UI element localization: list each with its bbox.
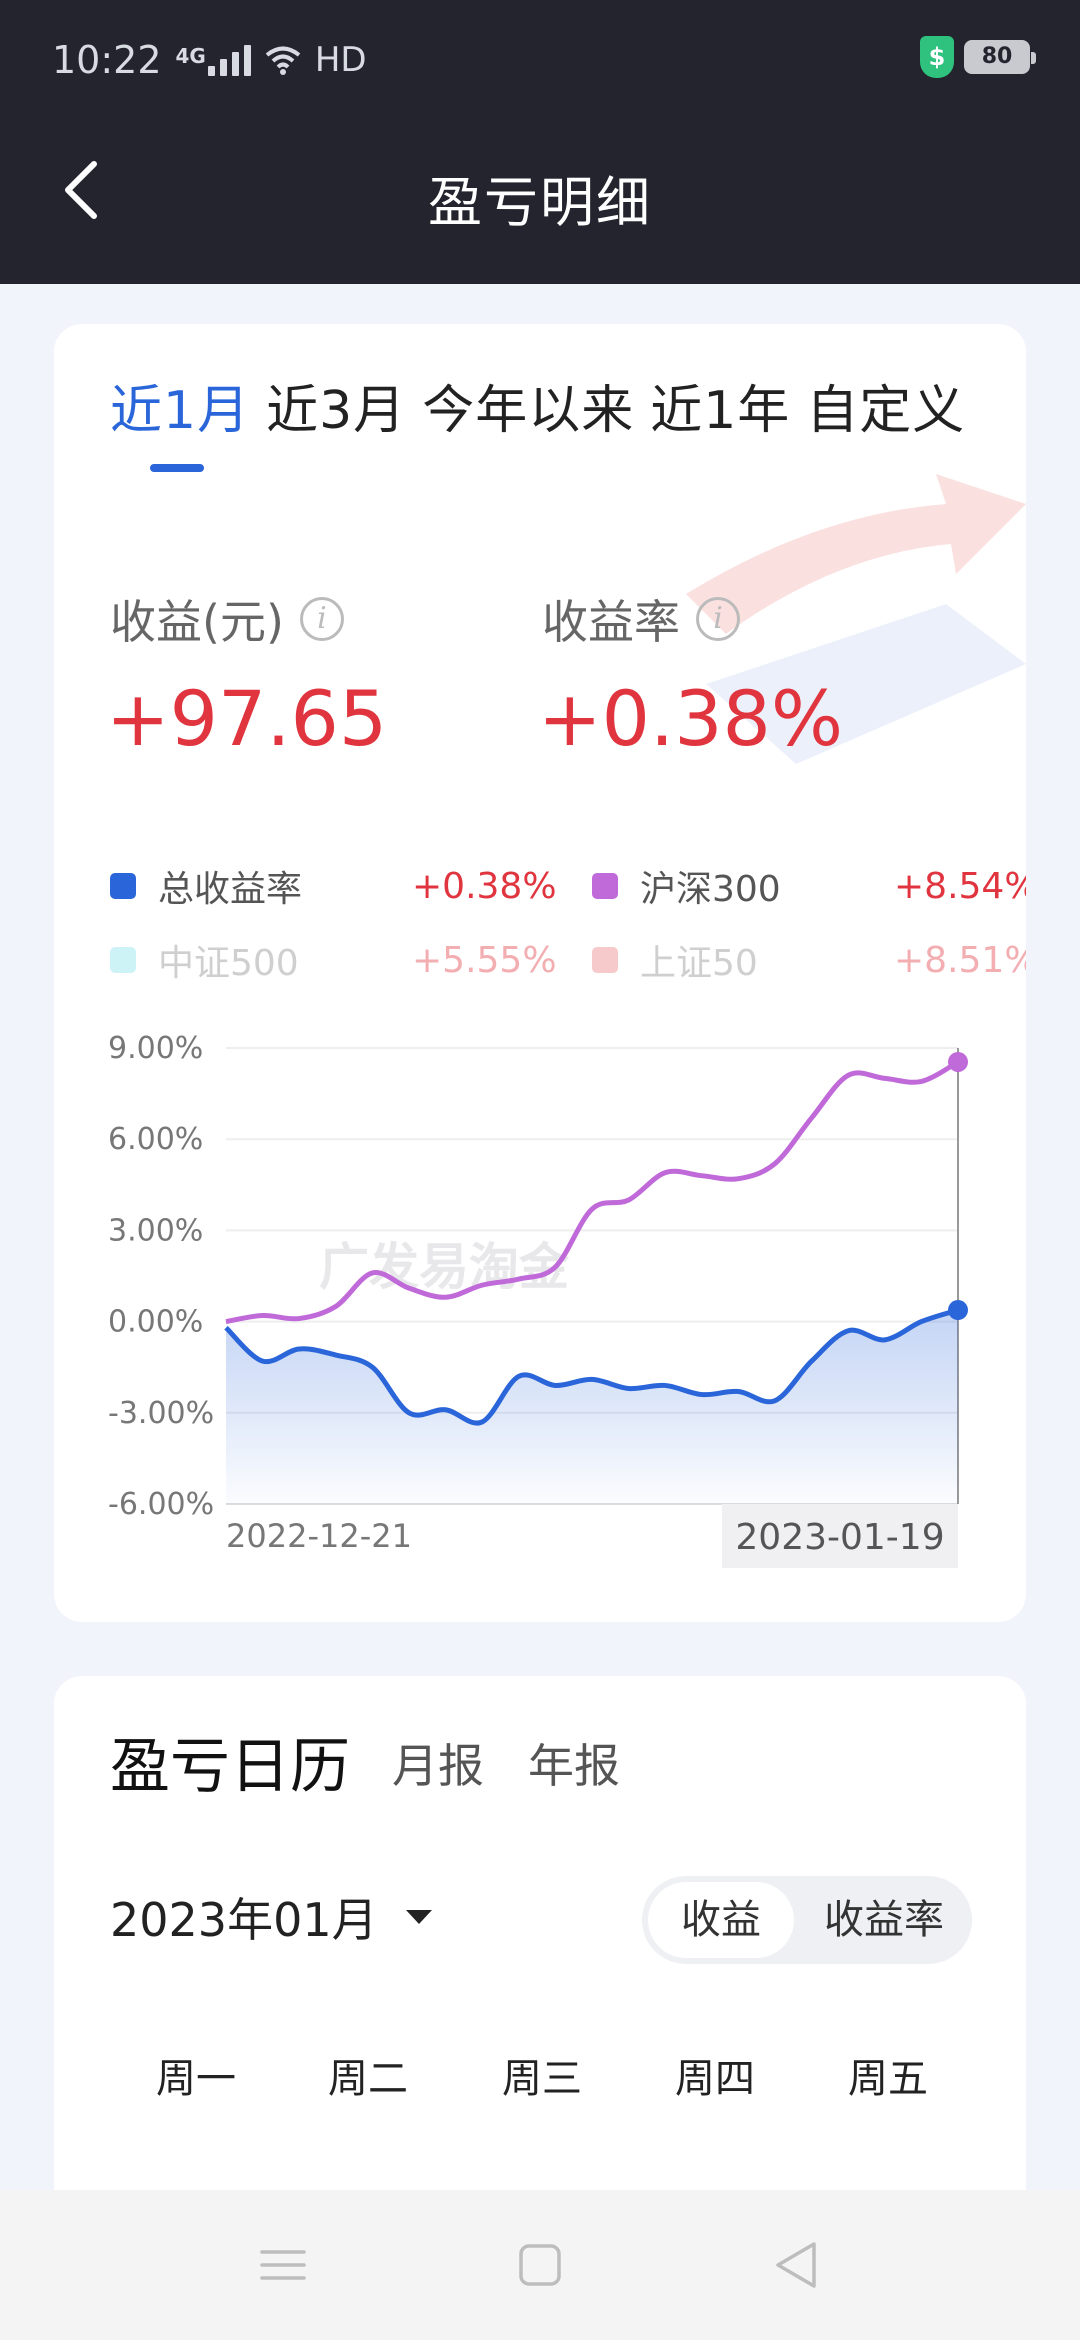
series-endpoint-1 (948, 1051, 968, 1072)
series-endpoint-0 (948, 1300, 968, 1321)
tab-monthly-report[interactable]: 月报 (392, 1730, 484, 1796)
network-signal-icon: 4G (176, 44, 251, 76)
calendar-title: 盈亏日历 (110, 1732, 350, 1802)
y-tick-label: 9.00% (108, 1031, 203, 1066)
back-triangle-icon[interactable] (762, 2234, 832, 2296)
tab-annual-report[interactable]: 年报 (528, 1730, 620, 1796)
top-bar: 10:22 4G HD $ 80 盈亏明细 (0, 0, 1080, 284)
toggle-return-rate[interactable]: 收益率 (802, 1882, 966, 1958)
weekday-label: 周二 (328, 2056, 408, 2102)
x-axis-start-label: 2022-12-21 (226, 1517, 412, 1555)
y-tick-label: -3.00% (108, 1396, 214, 1431)
y-tick-label: -6.00% (108, 1487, 214, 1522)
battery-level: 80 (981, 44, 1013, 69)
wifi-icon (265, 46, 301, 75)
weekday-label: 周三 (502, 2056, 582, 2102)
toggle-profit[interactable]: 收益 (648, 1882, 794, 1958)
weekday-label: 周四 (675, 2056, 755, 2102)
status-bar: 10:22 4G HD (52, 38, 367, 82)
weekday-label: 周五 (848, 2056, 928, 2102)
profit-rate-toggle: 收益 收益率 (642, 1876, 972, 1964)
system-nav-bar (0, 2190, 1080, 2340)
menu-icon[interactable] (248, 2234, 318, 2296)
y-tick-label: 6.00% (108, 1122, 203, 1157)
page-title: 盈亏明细 (428, 171, 652, 234)
battery-icon: 80 (964, 40, 1036, 74)
x-axis-end-label: 2023-01-19 (735, 1517, 944, 1558)
network-type: 4G (175, 44, 206, 68)
status-time: 10:22 (52, 38, 162, 82)
dropdown-caret-icon (405, 1910, 432, 1924)
security-shield-icon: $ (920, 36, 954, 78)
month-label: 2023年01月 (110, 1893, 378, 1947)
status-right: $ 80 (920, 36, 1036, 78)
y-tick-label: 0.00% (108, 1305, 203, 1340)
weekday-label: 周一 (156, 2056, 236, 2102)
performance-card: 近1月 近3月 今年以来 近1年 自定义 收益(元) i +97.65 收益率 … (54, 324, 1026, 1622)
return-line-chart[interactable]: 9.00%6.00%3.00%0.00%-3.00%-6.00% 广发易淘金 2… (54, 324, 1026, 1622)
series-area-0 (226, 1310, 958, 1504)
month-selector[interactable]: 2023年01月 (110, 1884, 432, 1950)
y-tick-label: 3.00% (108, 1213, 203, 1248)
home-icon[interactable] (505, 2234, 575, 2296)
hd-indicator: HD (314, 40, 367, 80)
